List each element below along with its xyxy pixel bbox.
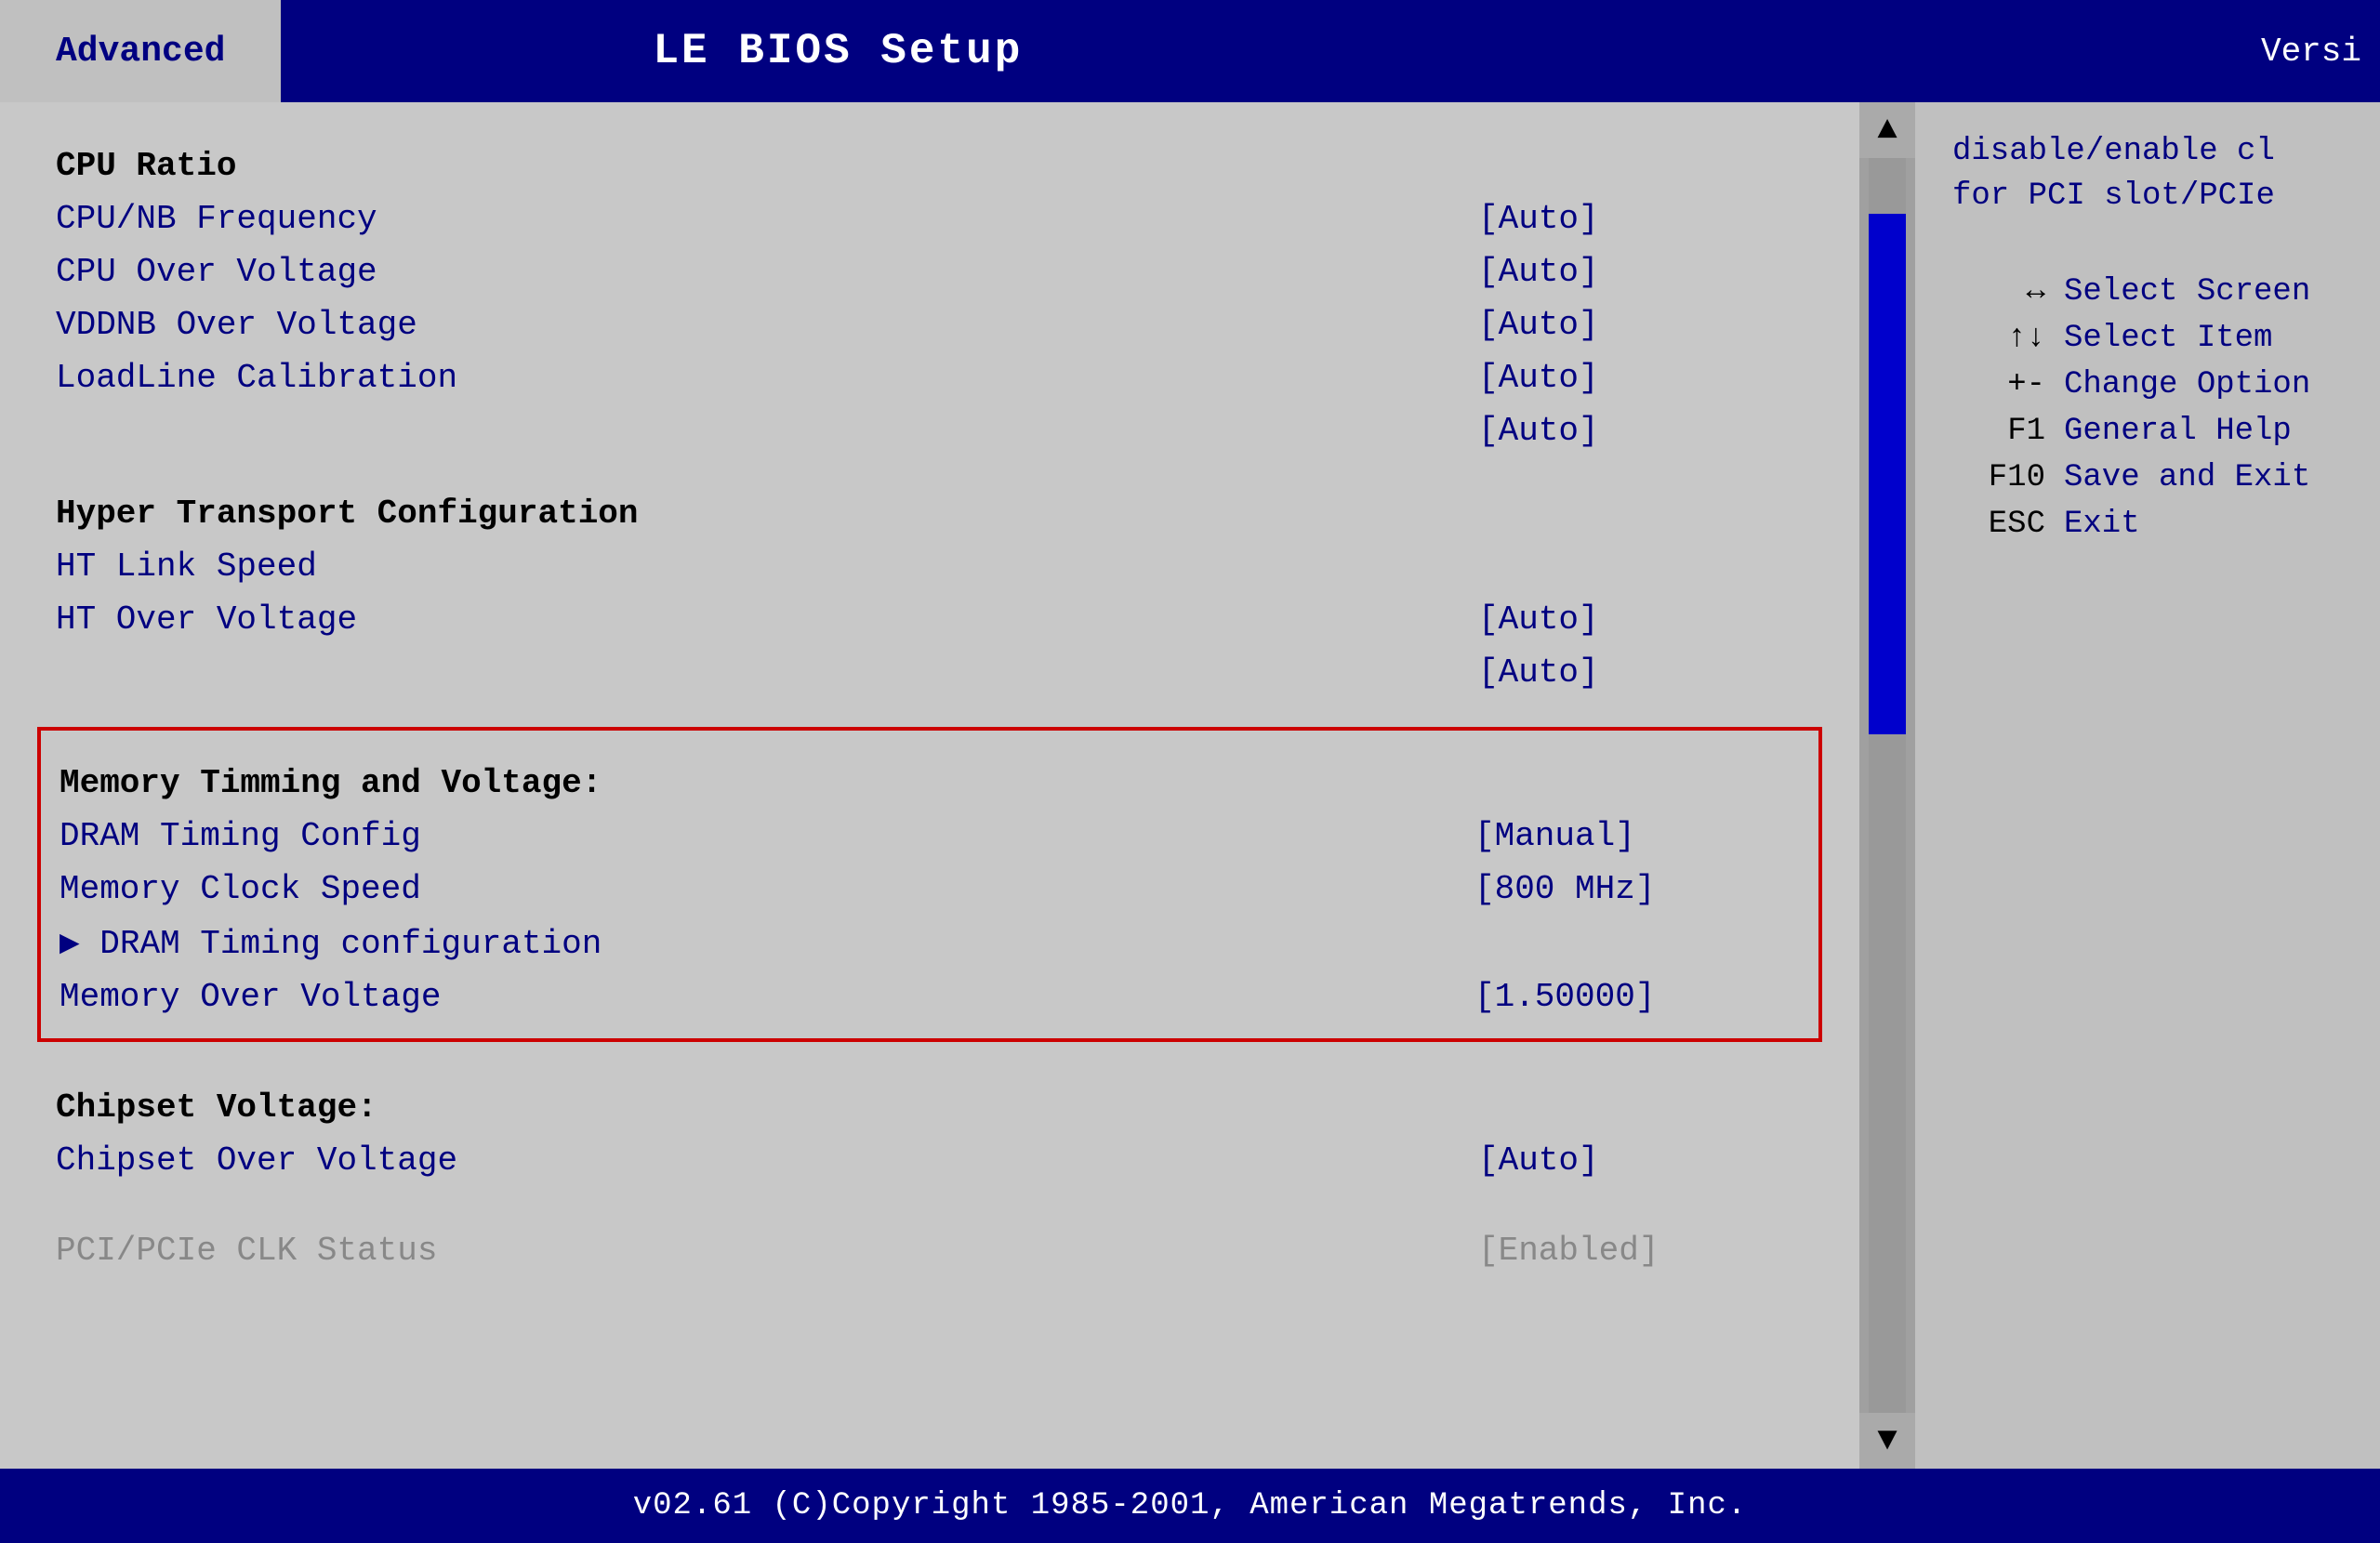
info-panel: disable/enable cl for PCI slot/PCIe ↔ Se…	[1915, 102, 2380, 1469]
loadline-item[interactable]: LoadLine Calibration [Auto]	[56, 351, 1804, 404]
scroll-up-arrow[interactable]: ▲	[1859, 102, 1915, 158]
key-arrows-lr: ↔	[1952, 274, 2045, 310]
chipset-over-voltage-value: [Auto]	[1478, 1141, 1804, 1180]
key-f1: F1	[1952, 414, 2045, 449]
memory-over-voltage-label: Memory Over Voltage	[60, 978, 441, 1016]
bios-screen: Advanced LE BIOS Setup Versi CPU Ratio C…	[0, 0, 2380, 1543]
tab-label: Advanced	[56, 32, 225, 72]
pci-clk-status-label: PCI/PCIe CLK Status	[56, 1232, 437, 1270]
memory-over-voltage-item[interactable]: Memory Over Voltage [1.50000]	[60, 970, 1800, 1023]
key-row-change-option: +- Change Option	[1952, 367, 2343, 402]
ht-section-header: Hyper Transport Configuration	[56, 476, 1804, 540]
advanced-tab[interactable]: Advanced	[0, 0, 281, 102]
title-text: LE BIOS Setup	[653, 27, 1023, 75]
loadline-extra-value: [Auto]	[1478, 412, 1804, 450]
key-esc: ESC	[1952, 507, 2045, 542]
scrollbar[interactable]: ▲ ▼	[1859, 102, 1915, 1469]
key-f10: F10	[1952, 460, 2045, 495]
cpu-over-voltage-value: [Auto]	[1478, 253, 1804, 291]
dram-timing-config-value: [Manual]	[1474, 817, 1800, 855]
cpu-ratio-label: CPU Ratio	[56, 147, 236, 185]
menu-content: CPU Ratio CPU/NB Frequency [Auto] CPU Ov…	[0, 102, 1859, 1469]
ht-extra-value: [Auto]	[1478, 653, 1804, 692]
pci-clk-status-value: [Enabled]	[1478, 1232, 1804, 1270]
loadline-label: LoadLine Calibration	[56, 359, 457, 397]
key-esc-desc: Exit	[2064, 507, 2140, 542]
vddnb-item[interactable]: VDDNB Over Voltage [Auto]	[56, 298, 1804, 351]
dram-timing-config-item[interactable]: DRAM Timing Config [Manual]	[60, 810, 1800, 863]
key-row-f10: F10 Save and Exit	[1952, 460, 2343, 495]
ht-over-voltage-value: [Auto]	[1478, 600, 1804, 639]
header-bar: Advanced LE BIOS Setup Versi	[0, 0, 2380, 102]
key-row-f1: F1 General Help	[1952, 414, 2343, 449]
key-row-select-item: ↑↓ Select Item	[1952, 321, 2343, 356]
key-f1-desc: General Help	[2064, 414, 2292, 449]
key-row-select-screen: ↔ Select Screen	[1952, 274, 2343, 310]
vddnb-value: [Auto]	[1478, 306, 1804, 344]
cpu-over-voltage-label: CPU Over Voltage	[56, 253, 377, 291]
key-change-option-desc: Change Option	[2064, 367, 2310, 402]
ht-link-speed-label: HT Link Speed	[56, 547, 317, 586]
right-panels: ▲ ▼ disable/enable cl for PCI slot/PCIe …	[1859, 102, 2380, 1469]
loadline-value: [Auto]	[1478, 359, 1804, 397]
scroll-track	[1869, 158, 1906, 1413]
memory-section-header: Memory Timming and Voltage:	[60, 745, 1800, 810]
cpu-ratio-item[interactable]: CPU Ratio	[56, 139, 1804, 192]
memory-clock-speed-label: Memory Clock Speed	[60, 870, 421, 908]
key-plus-minus: +-	[1952, 367, 2045, 402]
keyboard-help: ↔ Select Screen ↑↓ Select Item +- Change…	[1952, 274, 2343, 542]
chipset-over-voltage-item[interactable]: Chipset Over Voltage [Auto]	[56, 1134, 1804, 1187]
vddnb-label: VDDNB Over Voltage	[56, 306, 417, 344]
bios-title: LE BIOS Setup	[281, 0, 2261, 102]
key-f10-desc: Save and Exit	[2064, 460, 2310, 495]
memory-clock-speed-value: [800 MHz]	[1474, 870, 1800, 908]
ht-link-speed-item[interactable]: HT Link Speed	[56, 540, 1804, 593]
memory-over-voltage-value: [1.50000]	[1474, 978, 1800, 1016]
dram-timing-config-sub-item[interactable]: ▶ DRAM Timing configuration	[60, 916, 1800, 970]
main-area: CPU Ratio CPU/NB Frequency [Auto] CPU Ov…	[0, 102, 2380, 1469]
key-row-esc: ESC Exit	[1952, 507, 2343, 542]
ht-over-voltage-label: HT Over Voltage	[56, 600, 357, 639]
pci-clk-status-item[interactable]: PCI/PCIe CLK Status [Enabled]	[56, 1224, 1804, 1277]
cpu-nb-freq-value: [Auto]	[1478, 200, 1804, 238]
chipset-section-header: Chipset Voltage:	[56, 1070, 1804, 1134]
help-description: disable/enable cl for PCI slot/PCIe	[1952, 130, 2343, 218]
cpu-nb-freq-item[interactable]: CPU/NB Frequency [Auto]	[56, 192, 1804, 245]
loadline-extra-item: [Auto]	[56, 404, 1804, 457]
ht-over-voltage-item[interactable]: HT Over Voltage [Auto]	[56, 593, 1804, 646]
footer-bar: v02.61 (C)Copyright 1985-2001, American …	[0, 1469, 2380, 1543]
memory-section: Memory Timming and Voltage: DRAM Timing …	[37, 727, 1822, 1042]
dram-timing-config-sub-label: ▶ DRAM Timing configuration	[60, 923, 602, 963]
cpu-over-voltage-item[interactable]: CPU Over Voltage [Auto]	[56, 245, 1804, 298]
scroll-down-arrow[interactable]: ▼	[1859, 1413, 1915, 1469]
memory-clock-speed-item[interactable]: Memory Clock Speed [800 MHz]	[60, 863, 1800, 916]
version-text: Versi	[2261, 0, 2380, 102]
dram-timing-config-label: DRAM Timing Config	[60, 817, 421, 855]
footer-text: v02.61 (C)Copyright 1985-2001, American …	[633, 1488, 1748, 1523]
key-select-item-desc: Select Item	[2064, 321, 2272, 356]
ht-extra-item: [Auto]	[56, 646, 1804, 699]
cpu-nb-freq-label: CPU/NB Frequency	[56, 200, 377, 238]
key-select-screen-desc: Select Screen	[2064, 274, 2310, 310]
scroll-thumb	[1869, 214, 1906, 734]
chipset-over-voltage-label: Chipset Over Voltage	[56, 1141, 457, 1180]
key-arrows-ud: ↑↓	[1952, 321, 2045, 356]
